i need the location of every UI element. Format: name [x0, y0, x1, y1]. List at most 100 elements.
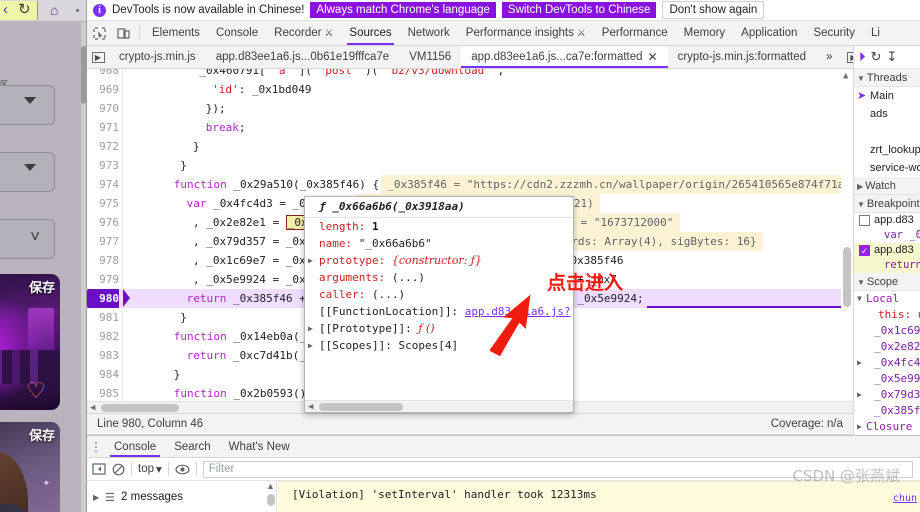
- reload-icon[interactable]: ↻: [18, 2, 31, 18]
- tab-security[interactable]: Security: [805, 21, 863, 45]
- file-tab-app-hashed[interactable]: app.d83ee1a6.js...0b61e19fffca7e: [206, 46, 400, 68]
- sidebar-scrollbar[interactable]: ▲: [265, 481, 276, 512]
- code-line[interactable]: 971 break;: [87, 118, 853, 137]
- scroll-left-icon[interactable]: ◀: [90, 403, 95, 413]
- console-sidebar-icon[interactable]: [92, 463, 106, 475]
- line-number[interactable]: 980: [87, 289, 119, 308]
- code-line[interactable]: 970});: [87, 99, 853, 118]
- inspect-cursor-icon[interactable]: [87, 21, 111, 45]
- heart-icon[interactable]: ♡: [26, 380, 46, 402]
- home-icon[interactable]: ⌂: [50, 2, 58, 18]
- page-select-1[interactable]: [0, 85, 55, 125]
- breakpoint-checkbox[interactable]: ✓: [859, 245, 870, 256]
- section-breakpoints[interactable]: ▼ Breakpoint: [854, 195, 920, 213]
- scrollbar-thumb[interactable]: [267, 494, 275, 506]
- tab-lighthouse[interactable]: Li: [863, 21, 888, 45]
- popover-property-row[interactable]: arguments: (...): [305, 269, 573, 286]
- save-button[interactable]: 保存: [29, 425, 55, 444]
- scrollbar-thumb[interactable]: [101, 404, 179, 412]
- page-select-2[interactable]: [0, 152, 55, 192]
- line-number[interactable]: 971: [87, 118, 119, 137]
- code-line[interactable]: 972}: [87, 137, 853, 156]
- scope-var-0x1c69e7[interactable]: _0x1c69e: [854, 323, 920, 339]
- scope-var-0x79d357[interactable]: ▶ _0x79d35: [854, 387, 920, 403]
- line-number[interactable]: 974: [87, 175, 119, 194]
- code-line[interactable]: 973}: [87, 156, 853, 175]
- tab-memory[interactable]: Memory: [676, 21, 734, 45]
- scope-closure-group[interactable]: ▶ Closure: [854, 419, 920, 435]
- tab-performance[interactable]: Performance: [594, 21, 676, 45]
- popover-property-row[interactable]: name: "_0x66a6b6": [305, 235, 573, 252]
- scope-var-this[interactable]: this: un: [854, 307, 920, 323]
- editor-vertical-scrollbar[interactable]: ▲ ▼: [841, 69, 853, 413]
- file-tab-crypto-formatted[interactable]: crypto-js.min.js:formatted: [668, 46, 816, 68]
- breakpoint-item[interactable]: app.d83 var _0: [854, 213, 920, 243]
- chevron-right-icon[interactable]: ▶: [308, 337, 313, 354]
- line-number[interactable]: 969: [87, 80, 119, 99]
- thread-item-main[interactable]: ➤ Main: [854, 87, 920, 105]
- code-line[interactable]: 968 _0x460791[ 'a' ]( 'post' )( 'b2/v3/do…: [87, 69, 853, 80]
- line-number[interactable]: 978: [87, 251, 119, 270]
- scope-var-0x2e82e1[interactable]: _0x2e82e: [854, 339, 920, 355]
- line-number[interactable]: 977: [87, 232, 119, 251]
- popover-horizontal-scrollbar[interactable]: ◀: [305, 400, 573, 412]
- code-line[interactable]: 974 function _0x29a510(_0x385f46) { _0x38…: [87, 175, 853, 194]
- scrollbar-thumb[interactable]: [319, 403, 403, 411]
- line-number[interactable]: 976: [87, 213, 119, 232]
- drawer-tab-console[interactable]: Console: [105, 436, 165, 457]
- scroll-left-icon[interactable]: ◀: [308, 402, 313, 412]
- popover-property-row[interactable]: ▶ prototype: {constructor: ƒ}: [305, 252, 573, 269]
- tab-network[interactable]: Network: [400, 21, 458, 45]
- line-number[interactable]: 982: [87, 327, 119, 346]
- more-options-icon[interactable]: ⋮: [87, 436, 105, 457]
- console-sidebar-panel[interactable]: ▶ ☰ 2 messages ▲: [87, 481, 277, 512]
- step-over-icon[interactable]: ↻: [871, 49, 882, 65]
- page-select-3[interactable]: ˅: [0, 219, 55, 259]
- tab-console[interactable]: Console: [208, 21, 266, 45]
- tab-performance-insights[interactable]: Performance insights ⚔: [458, 21, 594, 45]
- clear-console-icon[interactable]: [112, 463, 125, 476]
- file-tab-vm1156[interactable]: VM1156: [399, 46, 461, 68]
- thread-item-service-worker[interactable]: service-wo: [854, 159, 920, 177]
- scrollbar-thumb[interactable]: [843, 247, 851, 307]
- live-expression-icon[interactable]: [175, 464, 190, 475]
- section-watch[interactable]: ▶ Watch: [854, 177, 920, 195]
- scope-var-0x385f46[interactable]: _0x385f4: [854, 403, 920, 419]
- tab-application[interactable]: Application: [733, 21, 805, 45]
- console-message-source-link[interactable]: chun: [893, 486, 917, 512]
- line-number[interactable]: 972: [87, 137, 119, 156]
- console-context-select[interactable]: top ▾: [138, 462, 162, 476]
- always-match-language-button[interactable]: Always match Chrome's language: [310, 2, 496, 18]
- drawer-tab-whats-new[interactable]: What's New: [220, 436, 299, 457]
- breakpoint-item[interactable]: ✓ app.d83 return: [854, 243, 920, 273]
- scroll-up-icon[interactable]: ▲: [265, 481, 276, 491]
- line-number[interactable]: 981: [87, 308, 119, 327]
- scope-var-0x5e9924[interactable]: _0x5e992: [854, 371, 920, 387]
- scroll-up-icon[interactable]: ▲: [843, 71, 848, 81]
- line-number[interactable]: 975: [87, 194, 119, 213]
- step-into-icon[interactable]: ↧: [886, 49, 897, 65]
- wallpaper-card-2[interactable]: ✦ 保存: [0, 422, 60, 512]
- thread-item-ads[interactable]: ads: [854, 105, 920, 123]
- save-button[interactable]: 保存: [29, 277, 55, 296]
- expand-icon[interactable]: ▶: [93, 493, 99, 502]
- code-line[interactable]: 969 'id': _0x1bd049: [87, 80, 853, 99]
- thread-item-zrt-lookup[interactable]: zrt_lookup: [854, 141, 920, 159]
- tab-elements[interactable]: Elements: [144, 21, 208, 45]
- line-number[interactable]: 968: [87, 69, 119, 80]
- switch-devtools-language-button[interactable]: Switch DevTools to Chinese: [501, 2, 657, 18]
- resume-script-icon[interactable]: ⏵: [859, 49, 866, 65]
- device-toolbar-icon[interactable]: [111, 21, 135, 45]
- scope-var-0x4fc4d3[interactable]: ▶ _0x4fc4d: [854, 355, 920, 371]
- file-tab-app-formatted[interactable]: app.d83ee1a6.js...ca7e:formatted ✕: [461, 46, 669, 68]
- scope-local-group[interactable]: ▼ Local: [854, 291, 920, 307]
- popover-property-row[interactable]: length: 1: [305, 218, 573, 235]
- line-number[interactable]: 983: [87, 346, 119, 365]
- line-number[interactable]: 979: [87, 270, 119, 289]
- chevron-right-icon[interactable]: ▶: [308, 320, 313, 337]
- wallpaper-card-1[interactable]: 保存 ♡: [0, 274, 60, 410]
- dont-show-again-button[interactable]: Don't show again: [662, 1, 765, 19]
- line-number[interactable]: 984: [87, 365, 119, 384]
- show-navigator-icon[interactable]: ▶: [87, 46, 109, 68]
- section-scope[interactable]: ▼ Scope: [854, 273, 920, 291]
